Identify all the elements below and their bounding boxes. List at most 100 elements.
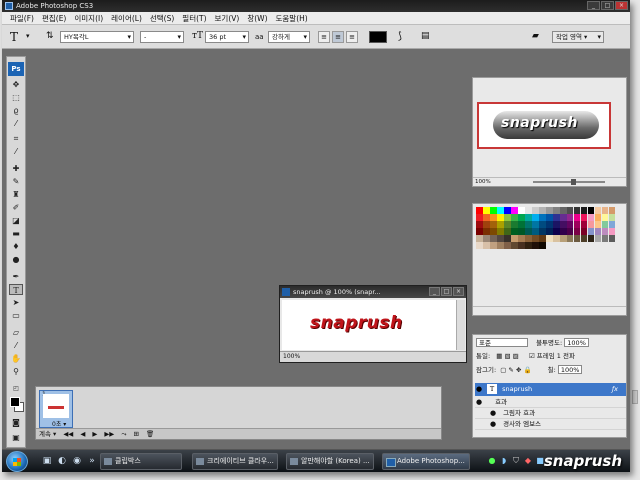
color-swatch[interactable] bbox=[489, 234, 497, 242]
color-swatch[interactable] bbox=[587, 220, 595, 228]
unify-icons[interactable]: ▦ ▧ ▨ bbox=[496, 352, 519, 360]
color-swatch[interactable] bbox=[510, 241, 518, 249]
gradient-tool-icon[interactable]: ▬ bbox=[9, 228, 23, 239]
color-swatch[interactable] bbox=[524, 213, 532, 221]
brush-tool-icon[interactable]: ✎ bbox=[9, 176, 23, 187]
color-swatch[interactable] bbox=[552, 207, 560, 214]
layer-row-snaprush[interactable]: ● T snaprush ƒx bbox=[475, 383, 626, 396]
color-swatch[interactable] bbox=[601, 220, 609, 228]
color-swatch[interactable] bbox=[587, 207, 595, 214]
color-swatch[interactable] bbox=[496, 227, 504, 235]
color-swatch[interactable] bbox=[482, 207, 490, 214]
color-swatch[interactable] bbox=[594, 220, 602, 228]
color-swatch[interactable] bbox=[538, 241, 546, 249]
menu-view[interactable]: 보기(V) bbox=[211, 13, 244, 24]
menu-layer[interactable]: 레이어(L) bbox=[107, 13, 146, 24]
color-swatch[interactable] bbox=[573, 213, 581, 221]
menu-window[interactable]: 창(W) bbox=[243, 13, 271, 24]
color-swatch[interactable] bbox=[545, 220, 553, 228]
color-swatch[interactable] bbox=[580, 227, 588, 235]
play-button[interactable]: ▶ bbox=[92, 429, 97, 439]
color-swatch[interactable] bbox=[552, 213, 560, 221]
color-swatch[interactable] bbox=[559, 227, 567, 235]
color-swatch[interactable] bbox=[476, 213, 483, 221]
color-swatch[interactable] bbox=[538, 220, 546, 228]
effects-eye-icon[interactable]: ● bbox=[475, 397, 483, 408]
opacity-input[interactable]: 100% bbox=[564, 338, 589, 347]
color-swatch[interactable] bbox=[538, 213, 546, 221]
color-swatch[interactable] bbox=[517, 207, 525, 214]
color-swatch[interactable] bbox=[517, 227, 525, 235]
color-swatch[interactable] bbox=[608, 234, 616, 242]
type-tool-icon[interactable]: T bbox=[9, 284, 23, 295]
color-swatch[interactable] bbox=[510, 220, 518, 228]
color-swatch[interactable] bbox=[608, 227, 616, 235]
scrollbar-thumb[interactable] bbox=[632, 390, 638, 404]
color-swatch[interactable] bbox=[531, 220, 539, 228]
shape-tool-icon[interactable]: ▭ bbox=[9, 310, 23, 321]
drop-shadow-eye-icon[interactable]: ● bbox=[489, 408, 497, 419]
color-swatch[interactable] bbox=[566, 220, 574, 228]
color-swatch[interactable] bbox=[545, 227, 553, 235]
eraser-tool-icon[interactable]: ◪ bbox=[9, 215, 23, 226]
tween-button[interactable]: ⤳ bbox=[121, 429, 126, 439]
color-swatch[interactable] bbox=[503, 227, 511, 235]
menu-file[interactable]: 파일(F) bbox=[6, 13, 38, 24]
maximize-button[interactable]: □ bbox=[601, 1, 614, 10]
color-swatch[interactable] bbox=[482, 227, 490, 235]
color-swatch[interactable] bbox=[573, 220, 581, 228]
color-swatch[interactable] bbox=[496, 213, 504, 221]
notes-tool-icon[interactable]: ▱ bbox=[9, 327, 23, 338]
menu-select[interactable]: 선택(S) bbox=[146, 13, 178, 24]
close-button[interactable]: × bbox=[615, 1, 628, 10]
path-selection-tool-icon[interactable]: ➤ bbox=[9, 297, 23, 308]
menu-image[interactable]: 이미지(I) bbox=[70, 13, 107, 24]
color-swatch[interactable] bbox=[545, 207, 553, 214]
quicklaunch-desktop-icon[interactable]: ▣ bbox=[42, 455, 52, 467]
prev-frame-button[interactable]: ◀ bbox=[80, 429, 85, 439]
document-zoom[interactable]: 100% bbox=[283, 353, 300, 360]
color-swatch[interactable] bbox=[524, 220, 532, 228]
color-swatch[interactable] bbox=[531, 234, 539, 242]
color-swatch[interactable] bbox=[573, 234, 581, 242]
color-swatch[interactable] bbox=[517, 234, 525, 242]
color-swatch[interactable] bbox=[601, 207, 609, 214]
color-swatch[interactable] bbox=[517, 241, 525, 249]
color-swatch[interactable] bbox=[608, 213, 616, 221]
quicklaunch-more-icon[interactable]: » bbox=[87, 455, 97, 467]
color-swatch[interactable] bbox=[531, 227, 539, 235]
color-swatch[interactable] bbox=[608, 207, 616, 214]
magic-wand-tool-icon[interactable]: ⁄ bbox=[9, 118, 23, 129]
next-frame-button[interactable]: ▶▶ bbox=[104, 429, 114, 439]
color-swatch[interactable] bbox=[566, 234, 574, 242]
hand-tool-icon[interactable]: ✋ bbox=[9, 353, 23, 364]
fill-input[interactable]: 100% bbox=[557, 365, 583, 374]
menu-edit[interactable]: 편집(E) bbox=[38, 13, 70, 24]
color-swatch[interactable] bbox=[510, 227, 518, 235]
quick-mask-icon[interactable]: ◙ bbox=[9, 417, 23, 428]
color-swatch[interactable] bbox=[476, 241, 483, 249]
color-swatch[interactable] bbox=[552, 220, 560, 228]
foreground-color-swatch[interactable] bbox=[10, 397, 20, 407]
ps-logo[interactable]: Ps bbox=[8, 62, 24, 76]
zoom-tool-icon[interactable]: ⚲ bbox=[9, 366, 23, 377]
color-swatch[interactable] bbox=[545, 213, 553, 221]
effect-bevel-emboss-row[interactable]: ● 경사와 엠보스 bbox=[475, 419, 626, 430]
duplicate-frame-button[interactable]: ⊞ bbox=[134, 429, 139, 439]
color-swatch[interactable] bbox=[489, 220, 497, 228]
color-swatch[interactable] bbox=[594, 227, 602, 235]
outer-scrollbar[interactable] bbox=[630, 0, 640, 480]
doc-maximize-button[interactable]: □ bbox=[441, 287, 452, 296]
first-frame-button[interactable]: ◀◀ bbox=[63, 429, 73, 439]
navigator-zoom-slider[interactable] bbox=[533, 181, 605, 183]
antialias-select[interactable]: 강하게 bbox=[268, 31, 310, 43]
color-swatch[interactable] bbox=[566, 227, 574, 235]
color-swatch[interactable] bbox=[531, 241, 539, 249]
crop-tool-icon[interactable]: ⌗ bbox=[9, 133, 23, 144]
bevel-eye-icon[interactable]: ● bbox=[489, 419, 497, 430]
propagate-checkbox[interactable]: ☑ bbox=[529, 352, 535, 360]
quicklaunch-firefox-icon[interactable]: ◉ bbox=[72, 455, 82, 467]
color-swatch[interactable] bbox=[496, 207, 504, 214]
color-swatch[interactable] bbox=[489, 241, 497, 249]
font-style-select[interactable]: - bbox=[140, 31, 184, 43]
